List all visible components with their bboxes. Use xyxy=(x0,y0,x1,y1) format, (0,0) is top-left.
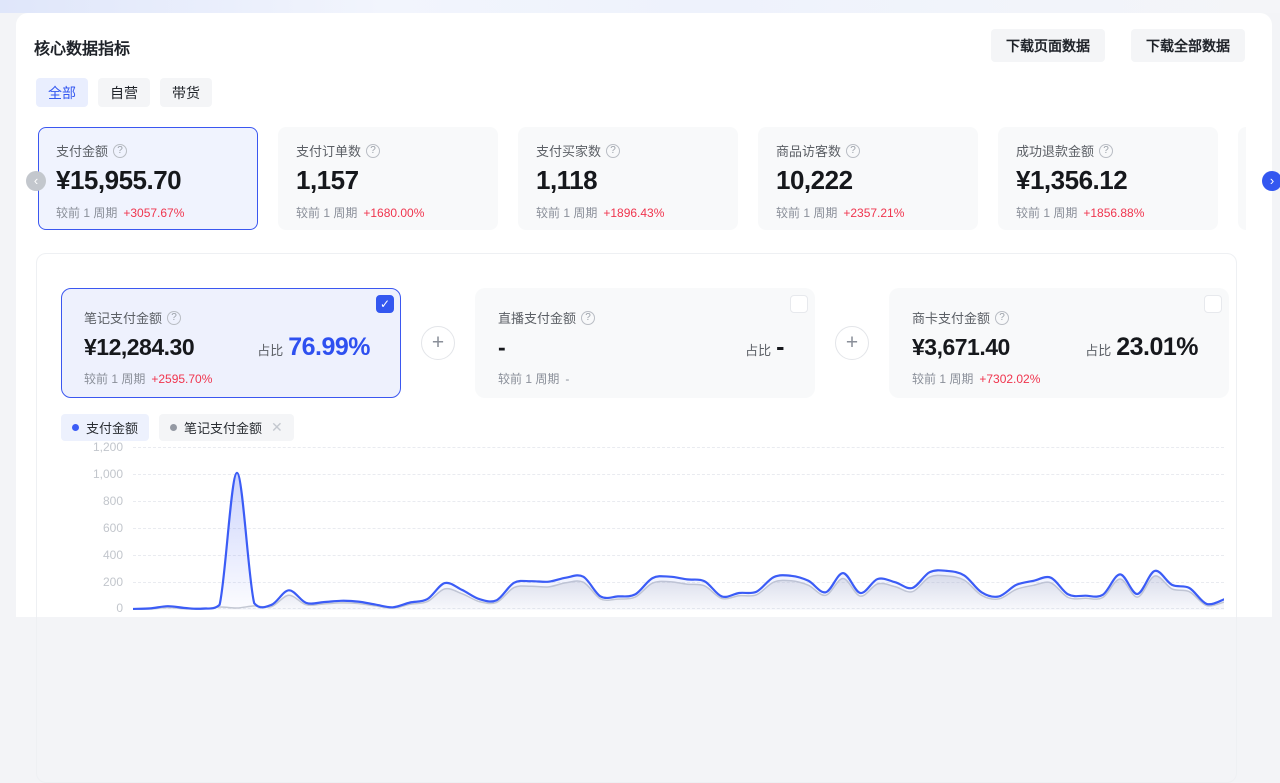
metric-change: +1680.00% xyxy=(363,206,424,220)
breakdown-change: - xyxy=(565,372,569,386)
breakdown-change: +2595.70% xyxy=(151,372,212,386)
metric-title: 支付买家数 xyxy=(536,141,601,160)
breakdown-cards-row: ✓ 笔记支付金额 ? ¥12,284.30 占比 76.99% 较前 1 周期+… xyxy=(61,288,1236,398)
metric-change: +3057.67% xyxy=(123,206,184,220)
metric-title: 成功退款金额 xyxy=(1016,141,1094,160)
add-metric-icon[interactable]: + xyxy=(421,326,455,360)
metric-compare: 较前 1 周期+3057.67% xyxy=(56,204,257,221)
metric-value: 1,157 xyxy=(296,165,497,196)
trend-lines xyxy=(133,447,1224,610)
help-icon[interactable]: ? xyxy=(995,311,1009,325)
tab-affiliate[interactable]: 带货 xyxy=(160,78,212,107)
help-icon[interactable]: ? xyxy=(366,144,380,158)
metric-change: +2357.21% xyxy=(843,206,904,220)
checkbox-unchecked-icon[interactable] xyxy=(790,295,808,313)
add-metric-icon[interactable]: + xyxy=(835,326,869,360)
help-icon[interactable]: ? xyxy=(581,311,595,325)
page-title: 核心数据指标 xyxy=(34,35,130,59)
metric-card-pay-amount[interactable]: 支付金额 ? ¥15,955.70 较前 1 周期+3057.67% xyxy=(38,127,258,230)
breakdown-value: ¥12,284.30 xyxy=(84,334,194,361)
help-icon[interactable]: ? xyxy=(167,311,181,325)
metric-card-product-visitors[interactable]: 商品访客数 ? 10,222 较前 1 周期+2357.21% xyxy=(758,127,978,230)
legend-dot-icon xyxy=(72,424,79,431)
breakdown-compare: 较前 1 周期+2595.70% xyxy=(84,370,384,387)
metric-card-clipped[interactable]: 支 1 较 xyxy=(1238,127,1246,230)
metric-compare: 较前 1 周期+1680.00% xyxy=(296,204,497,221)
legend-item-note-pay-amount[interactable]: 笔记支付金额 ✕ xyxy=(159,414,294,441)
ratio-label: 占比 xyxy=(1085,340,1111,359)
ratio-value: - xyxy=(776,333,784,362)
chart-legend: 支付金额 笔记支付金额 ✕ xyxy=(61,414,1236,441)
metric-value: 1,118 xyxy=(536,165,737,196)
metric-compare: 较前 1 周期+2357.21% xyxy=(776,204,977,221)
plot-area xyxy=(133,447,1224,610)
metric-card-pay-orders[interactable]: 支付订单数 ? 1,157 较前 1 周期+1680.00% xyxy=(278,127,498,230)
ratio-label: 占比 xyxy=(257,340,283,359)
metric-change: +1896.43% xyxy=(603,206,664,220)
breakdown-compare: 较前 1 周期+7302.02% xyxy=(912,370,1212,387)
next-arrow-icon[interactable]: › xyxy=(1262,171,1280,191)
metric-cards-carousel: 支付金额 ? ¥15,955.70 较前 1 周期+3057.67% 支付订单数… xyxy=(38,127,1272,230)
trend-chart-section: ✓ 笔记支付金额 ? ¥12,284.30 占比 76.99% 较前 1 周期+… xyxy=(36,253,1237,783)
prev-arrow-icon[interactable]: ‹ xyxy=(26,171,46,191)
legend-dot-icon xyxy=(170,424,177,431)
help-icon[interactable]: ? xyxy=(1099,144,1113,158)
header-buttons: 下载页面数据 下载全部数据 xyxy=(991,29,1245,62)
breakdown-title: 直播支付金额 xyxy=(498,308,576,327)
metric-value: ¥1,356.12 xyxy=(1016,165,1217,196)
breakdown-value: ¥3,671.40 xyxy=(912,334,1010,361)
checkbox-unchecked-icon[interactable] xyxy=(1204,295,1222,313)
help-icon[interactable]: ? xyxy=(846,144,860,158)
ratio-value: 76.99% xyxy=(288,333,370,362)
ratio-value: 23.01% xyxy=(1116,333,1198,362)
breakdown-card-card-pay[interactable]: 商卡支付金额 ? ¥3,671.40 占比 23.01% 较前 1 周期+730… xyxy=(889,288,1229,398)
breakdown-title: 商卡支付金额 xyxy=(912,308,990,327)
tab-self-operated[interactable]: 自营 xyxy=(98,78,150,107)
top-banner xyxy=(0,0,1280,13)
help-icon[interactable]: ? xyxy=(606,144,620,158)
breakdown-title: 笔记支付金额 xyxy=(84,308,162,327)
y-axis-labels: 1,200 1,000 800 600 400 200 0 xyxy=(61,447,133,610)
metric-title: 支付订单数 xyxy=(296,141,361,160)
checkbox-checked-icon[interactable]: ✓ xyxy=(376,295,394,313)
metric-card-pay-buyers[interactable]: 支付买家数 ? 1,118 较前 1 周期+1896.43% xyxy=(518,127,738,230)
scope-tabs: 全部 自营 带货 xyxy=(36,78,1272,107)
metric-value: 10,222 xyxy=(776,165,977,196)
ratio-label: 占比 xyxy=(745,340,771,359)
remove-legend-icon[interactable]: ✕ xyxy=(271,419,283,436)
metric-compare: 较前 1 周期+1896.43% xyxy=(536,204,737,221)
download-all-data-button[interactable]: 下载全部数据 xyxy=(1131,29,1245,62)
trend-chart: 1,200 1,000 800 600 400 200 0 xyxy=(61,447,1236,610)
download-page-data-button[interactable]: 下载页面数据 xyxy=(991,29,1105,62)
metric-cards-row: 支付金额 ? ¥15,955.70 较前 1 周期+3057.67% 支付订单数… xyxy=(38,127,1246,230)
metric-title: 商品访客数 xyxy=(776,141,841,160)
breakdown-compare: 较前 1 周期- xyxy=(498,370,798,387)
metric-card-refund-amount[interactable]: 成功退款金额 ? ¥1,356.12 较前 1 周期+1856.88% xyxy=(998,127,1218,230)
breakdown-value: - xyxy=(498,334,505,361)
legend-item-pay-amount[interactable]: 支付金额 xyxy=(61,414,149,441)
metric-title: 支付金额 xyxy=(56,141,108,160)
breakdown-card-live-pay[interactable]: 直播支付金额 ? - 占比 - 较前 1 周期- xyxy=(475,288,815,398)
metric-value: ¥15,955.70 xyxy=(56,165,257,196)
tab-all[interactable]: 全部 xyxy=(36,78,88,107)
panel-header: 核心数据指标 下载页面数据 下载全部数据 xyxy=(16,13,1272,62)
metric-compare: 较前 1 周期+1856.88% xyxy=(1016,204,1217,221)
help-icon[interactable]: ? xyxy=(113,144,127,158)
breakdown-card-note-pay[interactable]: ✓ 笔记支付金额 ? ¥12,284.30 占比 76.99% 较前 1 周期+… xyxy=(61,288,401,398)
metric-change: +1856.88% xyxy=(1083,206,1144,220)
breakdown-change: +7302.02% xyxy=(979,372,1040,386)
core-metrics-panel: 核心数据指标 下载页面数据 下载全部数据 全部 自营 带货 支付金额 ? ¥15… xyxy=(16,13,1272,617)
